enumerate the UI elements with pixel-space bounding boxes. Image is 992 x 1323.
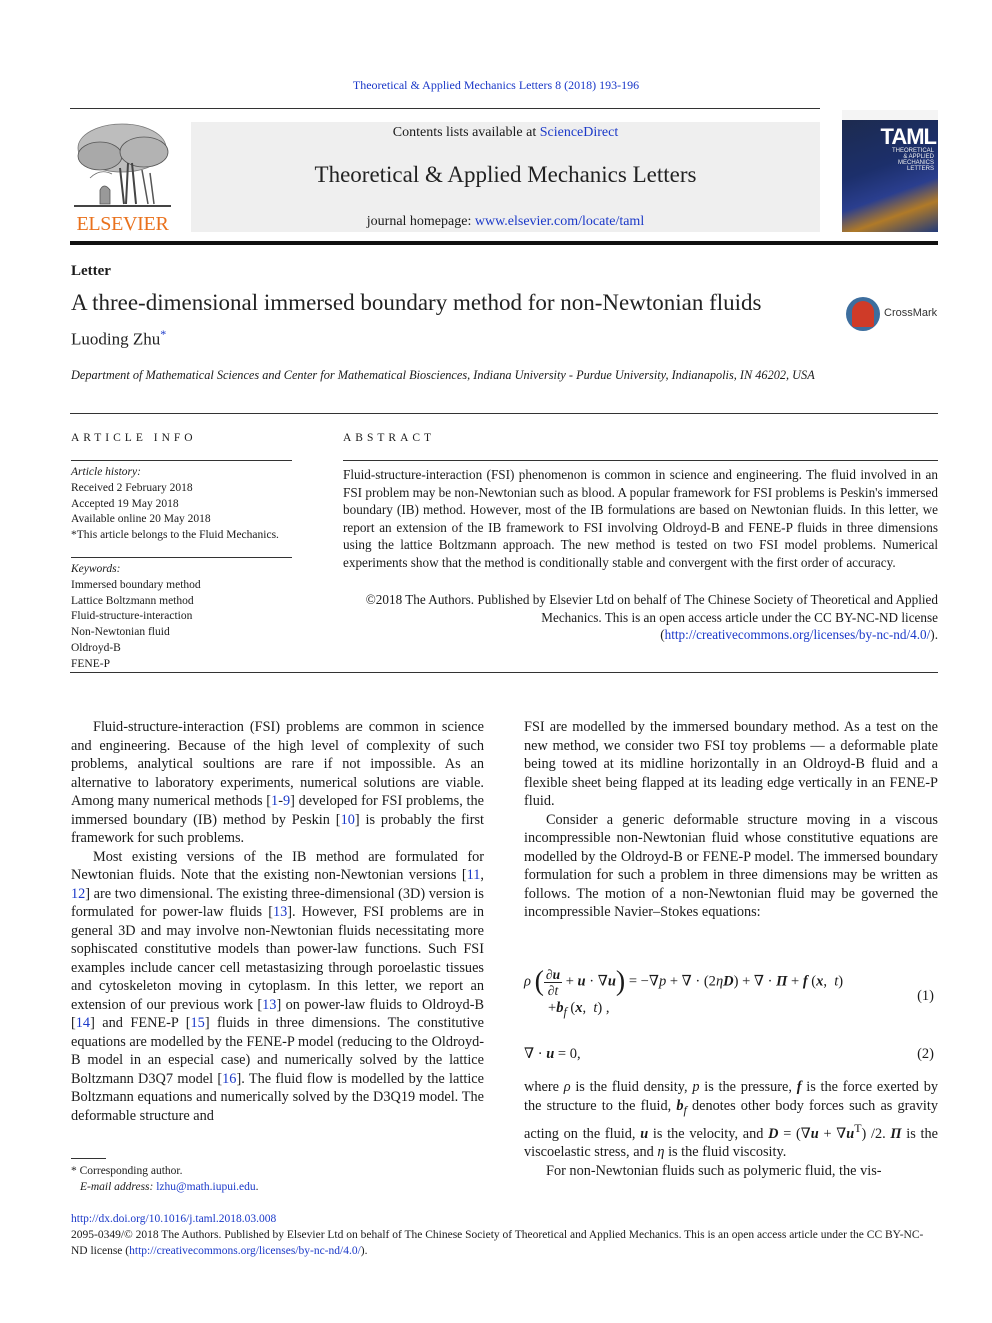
keywords: Keywords: Immersed boundary method Latti… [71,562,201,673]
article-history: Article history: Received 2 February 201… [71,465,279,544]
author-name: Luoding Zhu [71,329,161,349]
journal-homepage-link[interactable]: www.elsevier.com/locate/taml [475,214,644,229]
affiliation: Department of Mathematical Sciences and … [71,368,815,382]
info-rule [71,557,292,558]
equation-1: ρ (∂u ∂t + u · ∇u) = −∇p + ∇ · (2ηD) + ∇ … [524,958,938,1028]
keywords-label: Keywords: [71,563,121,575]
article-title: A three-dimensional immersed boundary me… [71,290,762,315]
abstract-rule [343,460,938,461]
crossmark-button[interactable]: CrossMark [846,297,942,333]
body-left-column: Fluid-structure-interaction (FSI) proble… [71,718,484,1125]
journal-cover-image: TAML THEORETICAL & APPLIED MECHANICS LET… [842,110,938,232]
email-note: E-mail address: lzhu@math.iupui.edu. [80,1181,259,1193]
cover-subtitle: THEORETICAL & APPLIED MECHANICS LETTERS [891,148,934,172]
equation-number: (2) [917,1046,934,1062]
abstract-heading: ABSTRACT [343,432,436,444]
keyword: Immersed boundary method [71,578,201,591]
citation-link[interactable]: 14 [76,1015,90,1031]
citation-link[interactable]: 16 [222,1071,236,1087]
citation-link[interactable]: 15 [191,1015,205,1031]
history-label: Article history: [71,466,141,478]
equation-1-line-2: +bf (x, t) , [548,1000,610,1019]
homepage-line: journal homepage: www.elsevier.com/locat… [191,214,820,230]
keyword: Oldroyd-B [71,641,121,654]
crossmark-icon [846,297,880,331]
citation-link[interactable]: 11 [467,867,481,883]
article-info-heading: ARTICLE INFO [71,432,197,444]
contents-line: Contents lists available at ScienceDirec… [191,125,820,141]
body-right-column: FSI are modelled by the immersed boundar… [524,718,938,922]
equation-number: (1) [917,988,934,1004]
cover-top-strip [842,110,938,120]
paragraph: Consider a generic deformable structure … [524,811,938,921]
cover-acronym: TAML [880,124,937,149]
abstract-copyright: ©2018 The Authors. Published by Elsevier… [365,592,938,643]
abstract-copyright-text: ©2018 The Authors. Published by Elsevier… [365,592,938,625]
page-footer: http://dx.doi.org/10.1016/j.taml.2018.03… [71,1211,939,1259]
homepage-prefix: journal homepage: [366,214,475,229]
equation-2: ∇ · u = 0, (2) [524,1046,934,1062]
history-item: Available online 20 May 2018 [71,513,211,526]
elsevier-logo: ELSEVIER [70,118,175,236]
doi-link[interactable]: http://dx.doi.org/10.1016/j.taml.2018.03… [71,1213,276,1225]
citation-link[interactable]: 10 [341,812,355,828]
author: Luoding Zhu* [71,327,166,350]
journal-title: Theoretical & Applied Mechanics Letters [314,162,697,187]
citation-link[interactable]: 13 [273,904,287,920]
running-header[interactable]: Theoretical & Applied Mechanics Letters … [0,78,992,93]
body-right-column-continued: where ρ is the fluid density, p is the p… [524,1078,938,1180]
corresponding-author-note: * Corresponding author. [71,1165,183,1177]
journal-banner: Contents lists available at ScienceDirec… [191,122,820,232]
history-item: *This article belongs to the Fluid Mecha… [71,529,279,542]
abstract-body: Fluid-structure-interaction (FSI) phenom… [343,467,938,570]
email-label: E-mail address: [80,1181,154,1193]
journal-citation-link[interactable]: Theoretical & Applied Mechanics Letters … [353,78,639,92]
paragraph: Most existing versions of the IB method … [71,848,484,1124]
equation-1-line-1: ρ (∂u ∂t + u · ∇u) = −∇p + ∇ · (2ηD) + ∇ … [524,966,844,998]
section-rule [70,413,938,414]
paragraph: where ρ is the fluid density, p is the p… [524,1079,938,1161]
footer-license-link[interactable]: http://creativecommons.org/licenses/by-n… [129,1245,361,1257]
keyword: Lattice Boltzmann method [71,594,194,607]
keyword: FENE-P [71,657,110,670]
crossmark-label: CrossMark [884,307,938,319]
citation-link[interactable]: 12 [71,886,85,902]
citation-link[interactable]: 13 [262,997,276,1013]
contents-prefix: Contents lists available at [392,125,540,140]
header-rule [70,108,820,109]
paragraph: Fluid-structure-interaction (FSI) proble… [71,719,484,846]
corresponding-author-mark[interactable]: * [160,327,166,341]
email-link[interactable]: lzhu@math.iupui.edu [156,1181,255,1193]
keyword: Non-Newtonian fluid [71,626,170,639]
sciencedirect-link[interactable]: ScienceDirect [540,125,619,140]
article-type: Letter [71,263,111,279]
paragraph: For non-Newtonian fluids such as polymer… [546,1162,882,1179]
keyword: Fluid-structure-interaction [71,610,193,623]
footnotes: * Corresponding author. E-mail address: … [71,1163,259,1195]
section-rule [70,672,938,673]
info-rule [71,460,292,461]
elsevier-wordmark: ELSEVIER [76,213,169,235]
footer-copyright: 2095-0349/© 2018 The Authors. Published … [71,1229,924,1257]
header-thick-rule [70,241,938,245]
history-item: Received 2 February 2018 [71,481,193,494]
license-link[interactable]: http://creativecommons.org/licenses/by-n… [665,627,931,642]
footnote-rule [71,1158,106,1159]
history-item: Accepted 19 May 2018 [71,497,179,510]
tree-icon [74,123,171,207]
paragraph: FSI are modelled by the immersed boundar… [524,719,938,809]
